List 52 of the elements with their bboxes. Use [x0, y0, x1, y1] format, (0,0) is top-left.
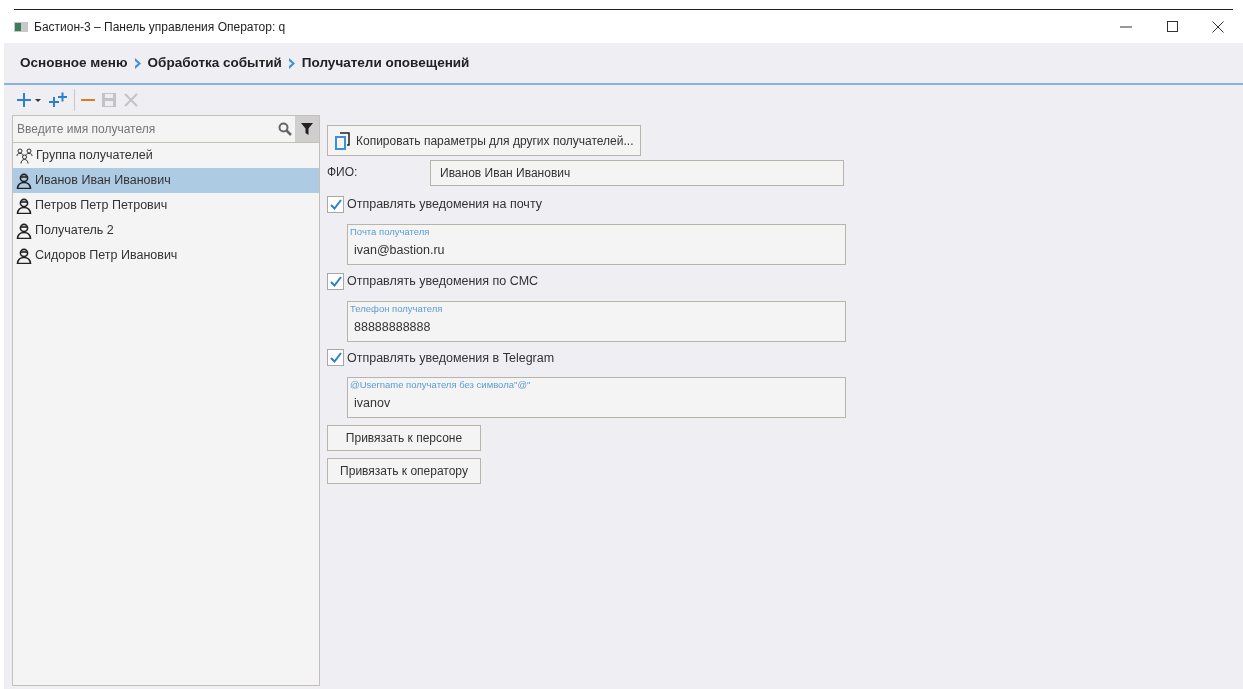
minimize-icon	[1120, 25, 1132, 28]
double-plus-icon	[48, 92, 68, 108]
person-icon	[16, 172, 32, 189]
cross-icon	[123, 92, 139, 108]
chevron-icon	[287, 57, 296, 69]
text-field[interactable]: Телефон получателя 88888888888	[347, 300, 846, 342]
add-button[interactable]	[16, 92, 42, 108]
recipient-item[interactable]: Сидоров Петр Иванович	[13, 243, 319, 268]
chevron-icon	[133, 57, 142, 69]
field-label: Почта получателя	[350, 225, 430, 238]
recipient-item[interactable]: Иванов Иван Иванович	[13, 168, 319, 193]
person-icon	[16, 197, 32, 214]
checkbox[interactable]	[327, 349, 344, 367]
checkbox-label: Отправлять уведомения на почту	[347, 196, 542, 213]
checkbox[interactable]	[327, 195, 344, 213]
search-input[interactable]: Введите имя получателя	[13, 120, 278, 138]
filter-icon	[301, 123, 313, 135]
recipient-item[interactable]: Получатель 2	[13, 218, 319, 243]
checkbox-label: Отправлять уведомения в Telegram	[347, 349, 555, 367]
field-input[interactable]: ivanov	[350, 391, 845, 416]
name-label: ФИО:	[327, 164, 359, 181]
field-input[interactable]: 88888888888	[350, 314, 845, 340]
text-field[interactable]: @Username получателя без символа"@" ivanov	[347, 377, 846, 419]
copy-icon	[334, 131, 352, 150]
app-icon	[14, 21, 28, 32]
link-button[interactable]: Привязать к персоне	[327, 425, 481, 452]
search-icon	[278, 122, 292, 136]
close-icon	[1212, 20, 1224, 33]
recipient-item[interactable]: Петров Петр Петрович	[13, 193, 319, 218]
field-label: Телефон получателя	[350, 302, 443, 315]
checkbox[interactable]	[327, 272, 344, 290]
name-field[interactable]: Иванов Иван Иванович	[430, 160, 844, 186]
maximize-icon	[1166, 21, 1178, 32]
plus-icon	[16, 92, 42, 108]
text-field[interactable]: Почта получателя ivan@bastion.ru	[347, 223, 846, 265]
checkbox-label: Отправлять уведомения по СМС	[347, 272, 539, 290]
filter-button[interactable]	[295, 116, 319, 142]
copy-button[interactable]: Копировать параметры для других получателей...	[327, 125, 641, 156]
search-field[interactable]: Введите имя получателя	[12, 115, 320, 143]
group-icon	[16, 147, 33, 164]
recipient-item[interactable]: Группа получателей	[13, 143, 319, 168]
add-multiple-button[interactable]	[48, 92, 68, 108]
person-icon	[16, 247, 32, 264]
link-button[interactable]: Привязать к оператору	[327, 458, 481, 485]
minus-icon	[81, 99, 95, 101]
window-title: Бастион-3 – Панель управления Оператор: q	[34, 18, 286, 36]
breadcrumb-link[interactable]: Обработка событий	[147, 52, 282, 74]
field-label: @Username получателя без символа"@"	[350, 379, 531, 392]
field-input[interactable]: ivan@bastion.ru	[350, 237, 845, 263]
person-icon	[16, 222, 32, 239]
breadcrumb-current: Получатели оповещений	[301, 53, 470, 72]
breadcrumb-link[interactable]: Основное меню	[20, 52, 128, 74]
